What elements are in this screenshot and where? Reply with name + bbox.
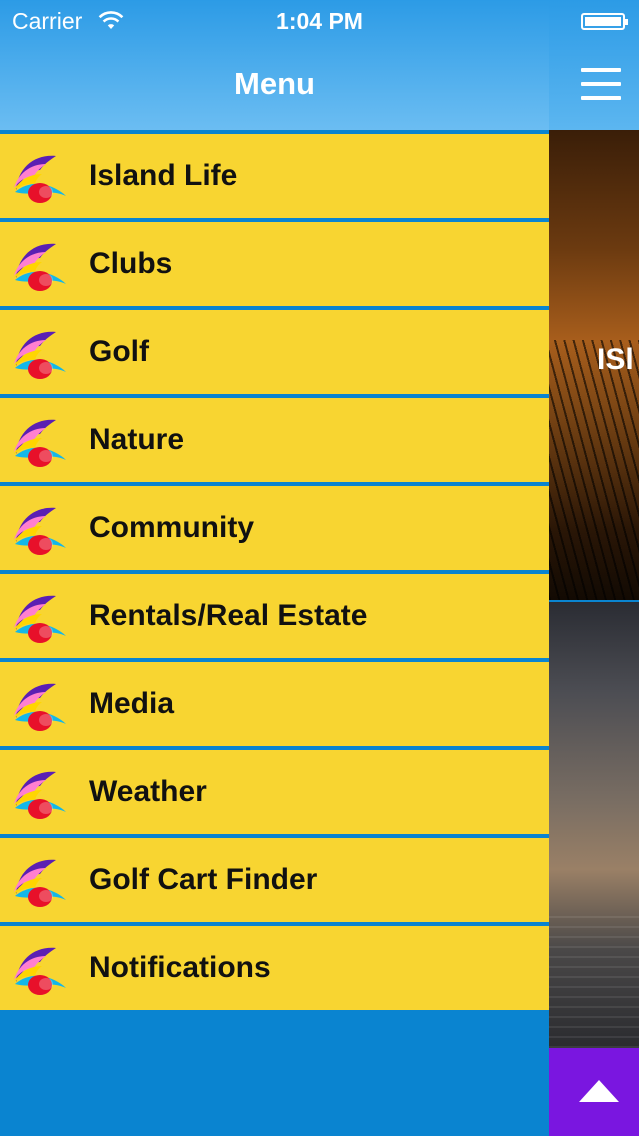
rainbow-logo-icon [10, 410, 70, 470]
menu-item-community[interactable]: Community [0, 482, 549, 570]
menu-item-label: Clubs [89, 247, 173, 280]
menu-item-label: Golf Cart Finder [89, 863, 318, 896]
rainbow-logo-icon [10, 762, 70, 822]
hamburger-icon[interactable] [581, 68, 621, 100]
menu-item-golf-cart-finder[interactable]: Golf Cart Finder [0, 834, 549, 922]
menu-title: Menu [234, 66, 315, 101]
menu-item-label: Rentals/Real Estate [89, 599, 368, 632]
banner-title: ISl [597, 343, 634, 376]
menu-item-nature[interactable]: Nature [0, 394, 549, 482]
rainbow-logo-icon [10, 146, 70, 206]
menu-item-media[interactable]: Media [0, 658, 549, 746]
menu-footer [0, 1010, 549, 1136]
rainbow-logo-icon [10, 234, 70, 294]
rainbow-logo-icon [10, 674, 70, 734]
rainbow-logo-icon [10, 586, 70, 646]
rainbow-logo-icon [10, 322, 70, 382]
menu-item-golf[interactable]: Golf [0, 306, 549, 394]
status-time: 1:04 PM [276, 8, 363, 34]
menu-item-label: Weather [89, 775, 207, 808]
scroll-top-button[interactable] [549, 1048, 639, 1136]
menu-item-label: Media [89, 687, 175, 720]
banner-image-beach[interactable] [549, 602, 639, 1048]
rainbow-logo-icon [10, 850, 70, 910]
arrow-up-icon [579, 1080, 619, 1102]
menu-item-rentals-real-estate[interactable]: Rentals/Real Estate [0, 570, 549, 658]
side-menu: Carrier Menu Island Life Clubs Golf Natu… [0, 0, 549, 1136]
menu-item-label: Island Life [89, 159, 238, 192]
menu-item-clubs[interactable]: Clubs [0, 218, 549, 306]
menu-item-notifications[interactable]: Notifications [0, 922, 549, 1010]
menu-item-label: Golf [89, 335, 149, 368]
menu-item-label: Nature [89, 423, 185, 456]
main-content-peek: ISl [549, 0, 639, 1136]
rainbow-logo-icon [10, 498, 70, 558]
menu-item-weather[interactable]: Weather [0, 746, 549, 834]
rainbow-logo-icon [10, 938, 70, 998]
menu-item-island-life[interactable]: Island Life [0, 130, 549, 218]
menu-item-label: Notifications [89, 951, 271, 984]
menu-item-label: Community [89, 511, 254, 544]
menu-list: Island Life Clubs Golf Nature Community … [0, 130, 549, 1010]
